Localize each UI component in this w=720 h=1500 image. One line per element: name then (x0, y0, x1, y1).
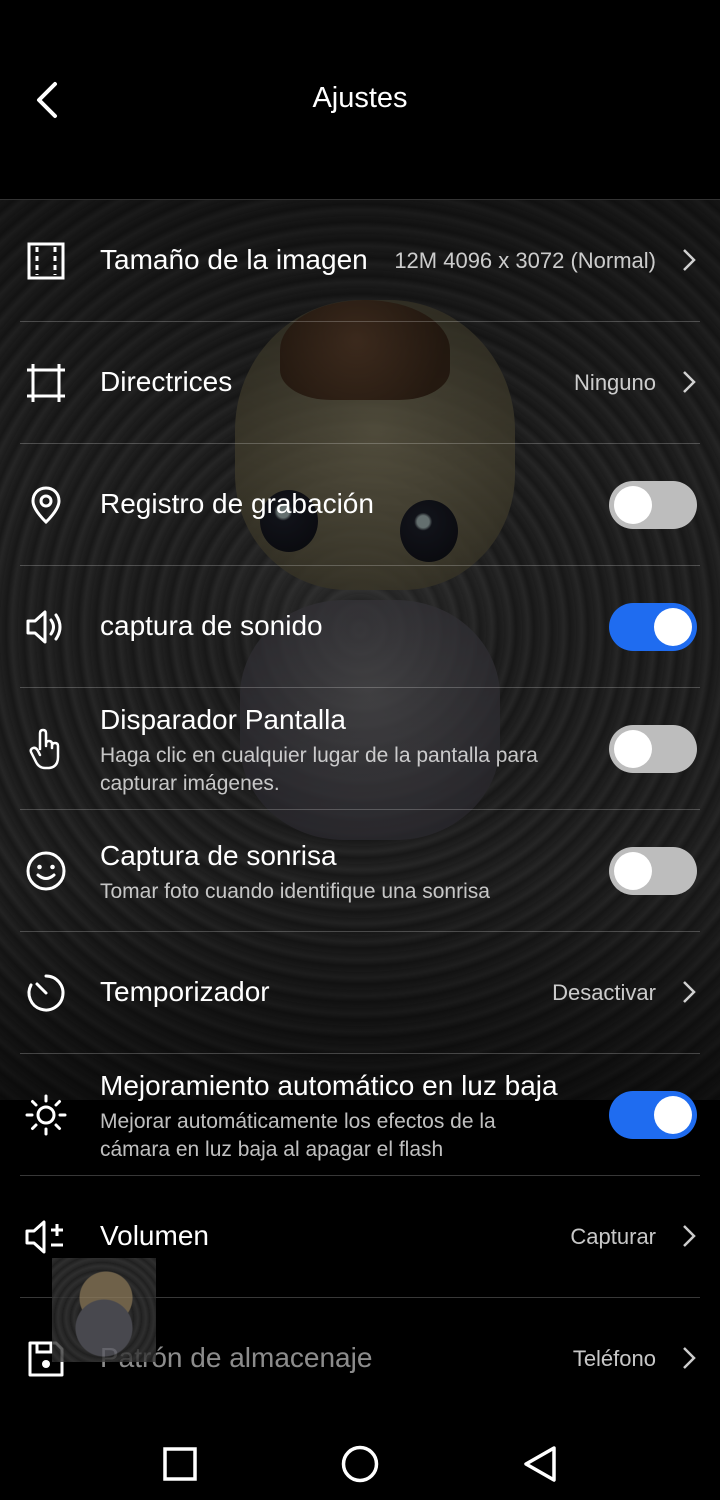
setting-label: Mejoramiento automático en luz baja (100, 1070, 558, 1101)
chevron-right-icon (678, 1222, 700, 1250)
setting-description: Haga clic en cualquier lugar de la panta… (100, 744, 538, 795)
setting-value: Capturar (570, 1224, 656, 1249)
image-size-icon (20, 200, 72, 321)
triangle-back-icon (524, 1446, 556, 1482)
setting-label: Tamaño de la imagen (100, 244, 368, 275)
timer-icon (20, 932, 72, 1053)
chevron-right-icon (678, 978, 700, 1006)
system-navbar (0, 1420, 720, 1500)
setting-screen-trigger: Disparador Pantalla Haga clic en cualqui… (20, 688, 700, 810)
toggle-knob (654, 1096, 692, 1134)
page-title: Ajustes (312, 82, 408, 114)
setting-label: Volumen (100, 1220, 209, 1251)
settings-list: Tamaño de la imagen 12M 4096 x 3072 (Nor… (0, 200, 720, 1419)
setting-label: captura de sonido (100, 610, 323, 641)
setting-label: Disparador Pantalla (100, 704, 346, 735)
toggle-knob (614, 852, 652, 890)
chevron-right-icon (678, 246, 700, 274)
setting-label: Registro de grabación (100, 488, 374, 519)
setting-label: Directrices (100, 366, 233, 397)
smile-capture-toggle[interactable] (609, 847, 697, 895)
setting-location-record: Registro de grabación (20, 444, 700, 566)
setting-value: Desactivar (552, 980, 656, 1005)
setting-timer[interactable]: Temporizador Desactivar (20, 932, 700, 1054)
setting-low-light: Mejoramiento automático en luz baja Mejo… (20, 1054, 700, 1176)
setting-label: Captura de sonrisa (100, 840, 337, 871)
setting-smile-capture: Captura de sonrisa Tomar foto cuando ide… (20, 810, 700, 932)
screen-trigger-toggle[interactable] (609, 725, 697, 773)
smile-icon (20, 810, 72, 931)
camera-settings-screen: Ajustes Tamaño de la imagen 12M 4096 x 3… (0, 0, 720, 1500)
toggle-knob (654, 608, 692, 646)
chevron-right-icon (678, 1344, 700, 1372)
gallery-thumbnail[interactable] (52, 1258, 156, 1362)
home-button[interactable] (330, 1434, 390, 1494)
system-back-button[interactable] (510, 1434, 570, 1494)
setting-value: 12M 4096 x 3072 (Normal) (394, 248, 656, 273)
circle-icon (341, 1445, 379, 1483)
setting-image-size[interactable]: Tamaño de la imagen 12M 4096 x 3072 (Nor… (20, 200, 700, 322)
brightness-icon (20, 1054, 72, 1175)
setting-description: Tomar foto cuando identifique una sonris… (100, 880, 490, 903)
setting-description: Mejorar automáticamente los efectos de l… (100, 1110, 496, 1161)
toggle-knob (614, 486, 652, 524)
setting-value: Teléfono (572, 1346, 656, 1371)
touch-hand-icon (20, 688, 72, 809)
square-icon (163, 1447, 197, 1481)
sound-capture-toggle[interactable] (609, 603, 697, 651)
setting-value: Ninguno (574, 370, 656, 395)
low-light-toggle[interactable] (609, 1091, 697, 1139)
setting-guidelines[interactable]: Directrices Ninguno (20, 322, 700, 444)
location-record-toggle[interactable] (609, 481, 697, 529)
crop-grid-icon (20, 322, 72, 443)
chevron-right-icon (678, 368, 700, 396)
toggle-knob (614, 730, 652, 768)
recent-apps-button[interactable] (150, 1434, 210, 1494)
setting-label: Temporizador (100, 976, 270, 1007)
header: Ajustes (0, 0, 720, 200)
speaker-icon (20, 566, 72, 687)
location-pin-icon (20, 444, 72, 565)
setting-sound-capture: captura de sonido (20, 566, 700, 688)
